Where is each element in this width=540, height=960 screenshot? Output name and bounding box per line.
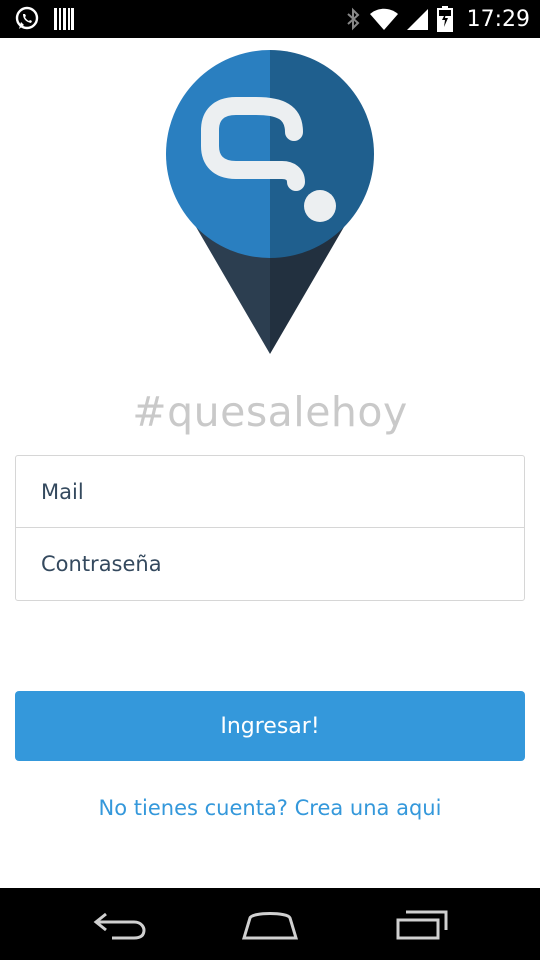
login-button[interactable]: Ingresar! bbox=[15, 691, 525, 761]
cell-signal-icon bbox=[406, 7, 429, 31]
app-name-heading: #quesalehoy bbox=[132, 388, 408, 436]
clock: 17:29 bbox=[466, 6, 530, 32]
home-icon[interactable] bbox=[240, 906, 300, 947]
signup-link[interactable]: No tienes cuenta? Crea una aqui bbox=[0, 796, 540, 820]
recent-apps-icon[interactable] bbox=[394, 906, 450, 947]
barcode-notification-icon bbox=[54, 8, 74, 30]
login-form: Mail Contraseña bbox=[15, 455, 525, 601]
whatsapp-icon bbox=[14, 6, 40, 32]
mail-field[interactable]: Mail bbox=[16, 456, 524, 527]
bluetooth-icon bbox=[345, 7, 361, 31]
password-field[interactable]: Contraseña bbox=[16, 527, 524, 599]
battery-charging-icon bbox=[436, 6, 453, 32]
navigation-bar bbox=[0, 888, 540, 960]
app-logo-pin-icon bbox=[166, 50, 374, 354]
status-bar: 17:29 bbox=[0, 0, 540, 38]
wifi-icon bbox=[369, 7, 399, 31]
back-icon[interactable] bbox=[92, 906, 148, 947]
